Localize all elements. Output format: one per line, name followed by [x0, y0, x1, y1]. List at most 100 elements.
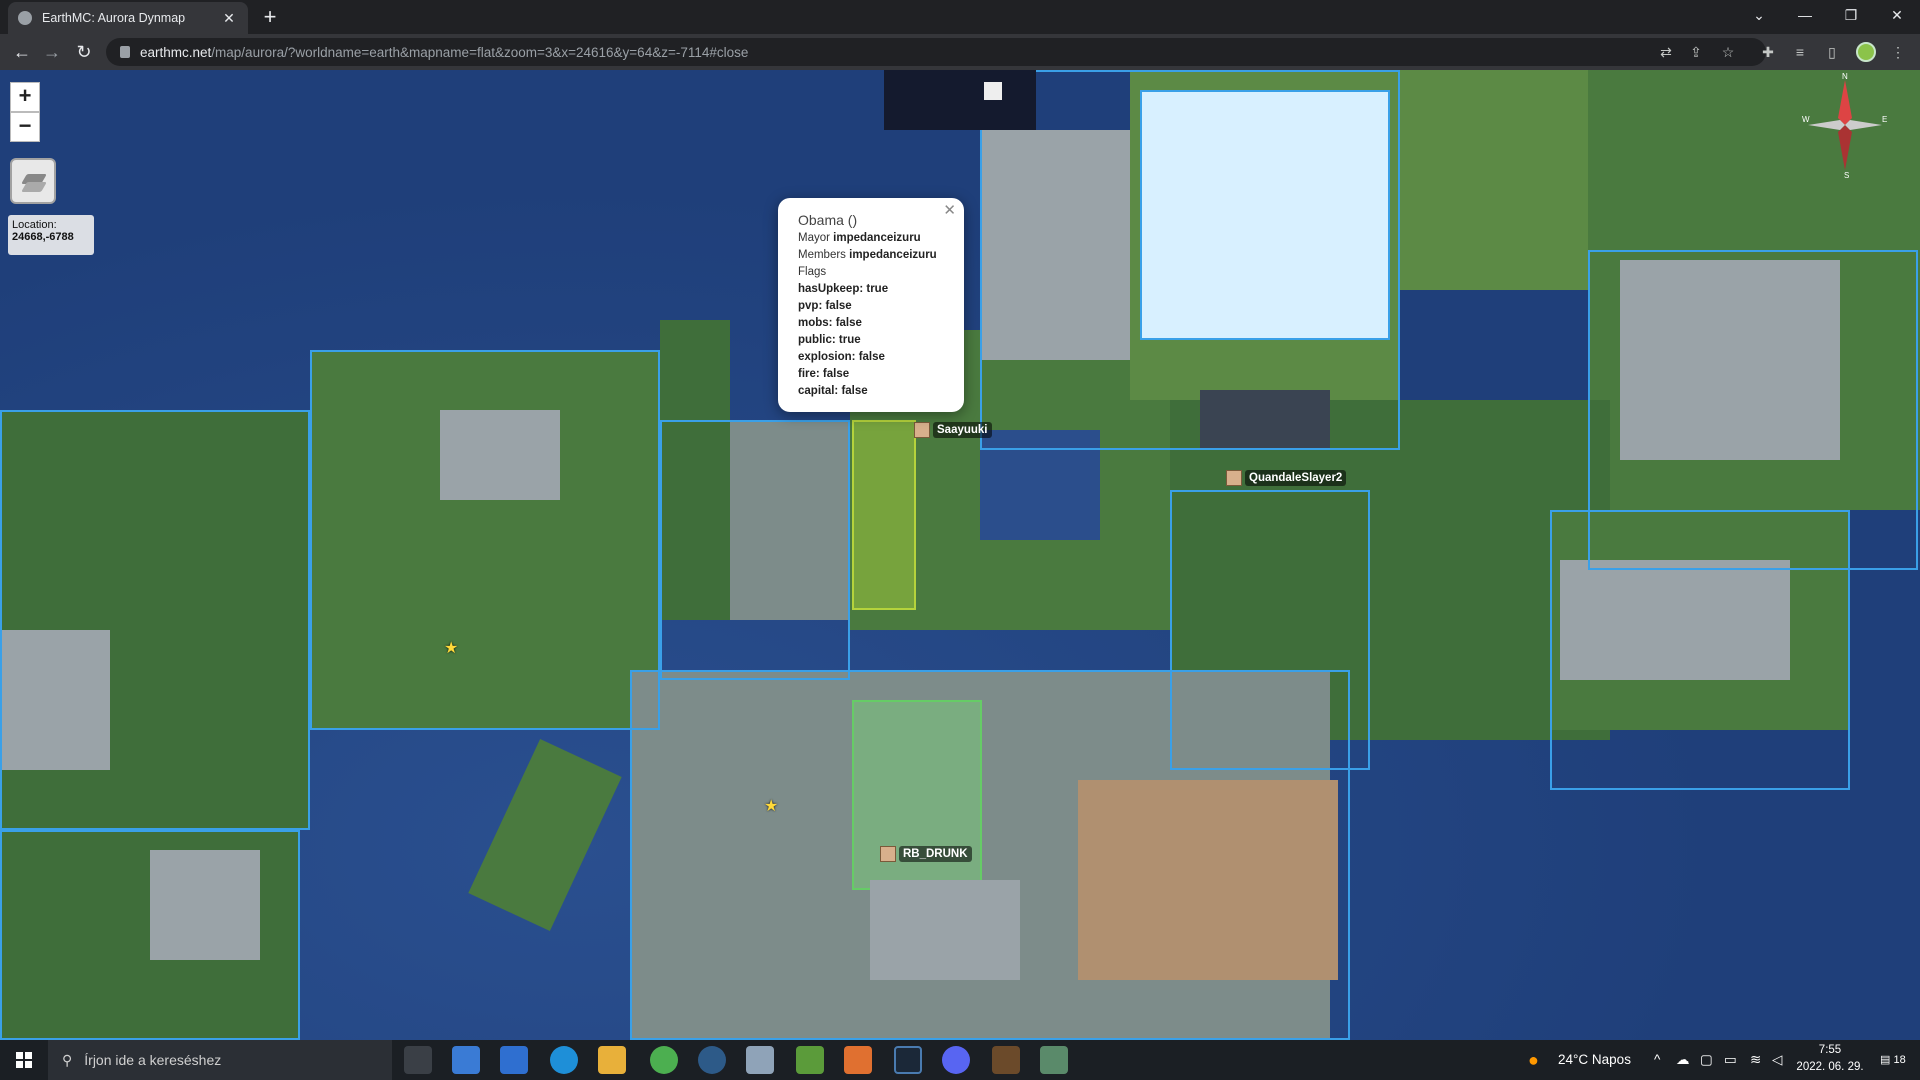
tab-strip: EarthMC: Aurora Dynmap ✕ + ⌄ — ❐ ✕ [0, 0, 1920, 34]
mail-icon[interactable] [500, 1046, 528, 1074]
compass-east: E [1882, 115, 1887, 124]
claim-border [660, 420, 850, 680]
popup-flag: explosion: false [798, 351, 885, 363]
day-night-indicator [884, 70, 1036, 130]
zoom-in-button[interactable]: + [10, 82, 40, 112]
moon-icon [984, 82, 1002, 100]
tray-chevron-icon[interactable]: ^ [1654, 1040, 1660, 1080]
cloud-icon[interactable]: ☁ [1676, 1040, 1690, 1080]
player-marker[interactable]: RB_DRUNK [880, 846, 972, 862]
side-panel-icon[interactable]: ▯ [1822, 42, 1842, 62]
popup-flag: pvp: false [798, 300, 852, 312]
menu-dots-icon[interactable]: ⋮ [1888, 42, 1908, 62]
start-button[interactable] [0, 1040, 48, 1080]
popup-title: Obama () [798, 212, 858, 228]
url-host: earthmc.net [140, 44, 212, 60]
town-star-icon[interactable]: ★ [764, 796, 778, 816]
compass-west: W [1802, 115, 1810, 124]
file-explorer-icon[interactable] [598, 1046, 626, 1074]
location-label: Location: [12, 219, 57, 231]
app-icon[interactable] [1040, 1046, 1068, 1074]
app-icon[interactable] [698, 1046, 726, 1074]
tab-title: EarthMC: Aurora Dynmap [42, 11, 186, 25]
claim-border [0, 410, 310, 830]
location-coords: 24668,-6788 [12, 231, 74, 243]
player-head-icon [1226, 470, 1242, 486]
tray-app-icon[interactable]: ▢ [1700, 1040, 1713, 1080]
app-icon[interactable] [746, 1046, 774, 1074]
popup-mayor: impedanceizuru [833, 232, 921, 244]
forward-arrow-icon[interactable]: → [38, 38, 66, 66]
player-name: Saayuuki [933, 422, 992, 438]
taskbar-clock[interactable]: 7:55 2022. 06. 29. [1790, 1042, 1870, 1076]
popup-flag: fire: false [798, 368, 850, 380]
url-path: /map/aurora/?worldname=earth&mapname=fla… [211, 44, 749, 60]
player-name: QuandaleSlayer2 [1245, 470, 1347, 486]
steam-icon[interactable] [894, 1046, 922, 1074]
clock-date: 2022. 06. 29. [1796, 1061, 1864, 1073]
reload-icon[interactable]: ↻ [70, 38, 98, 66]
share-icon[interactable]: ⇪ [1686, 42, 1706, 62]
discord-icon[interactable] [942, 1046, 970, 1074]
player-name: RB_DRUNK [899, 846, 972, 862]
tab-search-icon[interactable]: ⌄ [1736, 0, 1782, 30]
player-marker[interactable]: Saayuuki [914, 422, 992, 438]
search-placeholder: Írjon ide a kereséshez [84, 1052, 222, 1068]
search-icon: ⚲ [62, 1051, 73, 1068]
claim-border [0, 830, 300, 1040]
profile-avatar[interactable] [1856, 42, 1876, 62]
close-window-button[interactable]: ✕ [1874, 0, 1920, 30]
tab-close-icon[interactable]: ✕ [220, 10, 238, 27]
extensions-icon[interactable]: ✚ [1758, 42, 1778, 62]
dynmap-canvas[interactable]: ★ ★ Saayuuki QuandaleSlayer2 RB_DRUNK + … [0, 70, 1920, 1040]
popup-mayor-row: Mayor impedanceizuru [798, 232, 921, 244]
popup-flag: mobs: false [798, 317, 862, 329]
minimize-button[interactable]: — [1782, 0, 1828, 30]
browser-tab[interactable]: EarthMC: Aurora Dynmap ✕ [8, 2, 248, 34]
popup-flag: public: true [798, 334, 861, 346]
lock-icon [120, 46, 130, 58]
chrome-icon[interactable] [650, 1046, 678, 1074]
edge-icon[interactable] [550, 1046, 578, 1074]
bookmark-star-icon[interactable]: ☆ [1718, 42, 1738, 62]
popup-pointer [862, 340, 886, 352]
clock-time: 7:55 [1818, 1044, 1842, 1056]
notification-center-icon[interactable]: ▤ 18 [1880, 1040, 1906, 1080]
popup-flag: capital: false [798, 385, 868, 397]
app-icon[interactable] [992, 1046, 1020, 1074]
task-view-icon[interactable] [404, 1046, 432, 1074]
town-info-popup: ✕ Obama () Mayor impedanceizuru Members … [778, 198, 964, 412]
translate-icon[interactable]: ⇄ [1656, 42, 1676, 62]
new-tab-button[interactable]: + [256, 4, 284, 32]
claim-border [980, 70, 1400, 450]
popup-close-icon[interactable]: ✕ [943, 202, 956, 219]
player-marker[interactable]: QuandaleSlayer2 [1226, 470, 1347, 486]
address-bar[interactable]: earthmc.net/map/aurora/?worldname=earth&… [106, 38, 1766, 66]
media-player-icon[interactable] [844, 1046, 872, 1074]
compass-north: N [1842, 72, 1848, 81]
favicon-icon [18, 11, 32, 25]
taskbar-search-box[interactable]: ⚲ Írjon ide a kereséshez [48, 1040, 392, 1080]
town-star-icon[interactable]: ★ [444, 638, 458, 658]
reading-list-icon[interactable]: ≡ [1790, 42, 1810, 62]
wifi-icon[interactable]: ≋ [1750, 1040, 1761, 1080]
store-icon[interactable] [452, 1046, 480, 1074]
location-box: Location: 24668,-6788 [8, 215, 94, 255]
land-tile [1398, 70, 1588, 290]
selected-town-claim[interactable] [852, 420, 916, 610]
windows-logo-icon [16, 1052, 32, 1068]
compass-icon: N W S E [1802, 72, 1887, 180]
weather-text[interactable]: 24°C Napos [1558, 1040, 1631, 1080]
notification-count: 18 [1893, 1054, 1906, 1066]
minecraft-icon[interactable] [796, 1046, 824, 1074]
popup-flag: hasUpkeep: true [798, 283, 889, 295]
restore-button[interactable]: ❐ [1828, 0, 1874, 30]
back-arrow-icon[interactable]: ← [8, 38, 36, 66]
layers-button[interactable] [10, 158, 56, 204]
volume-icon[interactable]: ◁ [1772, 1040, 1782, 1080]
popup-flags-label: Flags [798, 266, 827, 278]
player-head-icon [880, 846, 896, 862]
zoom-out-button[interactable]: − [10, 112, 40, 142]
battery-icon[interactable]: ▭ [1724, 1040, 1737, 1080]
claim-border [630, 670, 1350, 1040]
